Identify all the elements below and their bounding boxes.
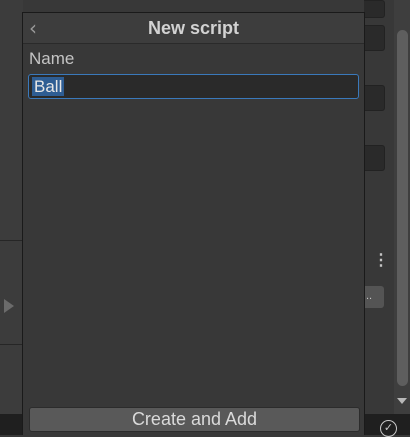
divider bbox=[0, 344, 23, 345]
ellipsis-button[interactable]: .. bbox=[364, 286, 384, 308]
expand-arrow-icon[interactable] bbox=[4, 299, 14, 313]
kebab-menu-icon[interactable]: ⋮ bbox=[373, 251, 389, 271]
check-circle-icon[interactable]: ✓ bbox=[380, 420, 397, 437]
status-bar-left bbox=[0, 414, 23, 435]
inspector-field[interactable] bbox=[364, 85, 385, 111]
popup-header: New script ‹ bbox=[23, 13, 364, 44]
popup-title: New script bbox=[147, 18, 240, 38]
divider bbox=[0, 240, 23, 241]
script-name-input[interactable]: Ball bbox=[28, 74, 359, 99]
scrollbar-thumb[interactable] bbox=[397, 30, 408, 386]
inspector-right-column bbox=[364, 0, 394, 435]
inspector-field[interactable] bbox=[364, 0, 385, 18]
chevron-left-icon[interactable]: ‹ bbox=[29, 18, 47, 38]
inspector-field[interactable] bbox=[364, 25, 385, 51]
left-panel-strip bbox=[0, 0, 23, 435]
scroll-down-arrow-icon[interactable] bbox=[397, 398, 407, 404]
inspector-field[interactable] bbox=[364, 145, 385, 171]
create-and-add-button[interactable]: Create and Add bbox=[29, 407, 360, 432]
name-label: Name bbox=[29, 49, 75, 68]
script-name-value: Ball bbox=[32, 77, 65, 96]
new-script-popup: New script ‹ Name Ball Create and Add bbox=[22, 12, 365, 435]
